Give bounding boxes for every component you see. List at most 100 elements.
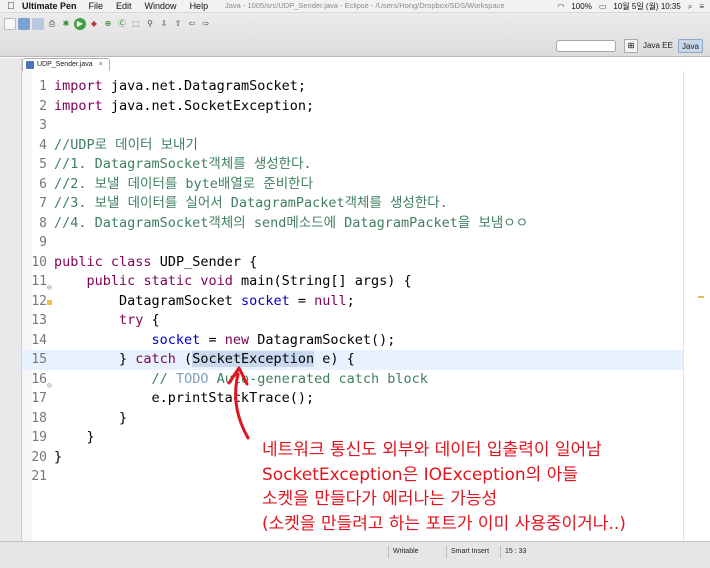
code-text: public static void main(String[] args) { bbox=[54, 272, 412, 292]
code-line[interactable]: 13 try { bbox=[22, 311, 683, 331]
code-line[interactable]: 14 socket = new DatagramSocket(); bbox=[22, 331, 683, 351]
close-tab-icon[interactable]: × bbox=[99, 61, 103, 68]
code-text: socket = new DatagramSocket(); bbox=[54, 331, 396, 351]
external-tools-icon[interactable]: ◆ bbox=[88, 18, 100, 30]
battery-percent[interactable]: 100% bbox=[571, 2, 591, 11]
window-title: Java - 1005/src/UDP_Sender.java - Eclips… bbox=[225, 1, 505, 10]
code-text: import java.net.DatagramSocket; bbox=[54, 77, 306, 97]
search-toolbar-icon[interactable]: ⚲ bbox=[144, 18, 156, 30]
wifi-icon[interactable]: ◠ bbox=[557, 2, 564, 11]
line-number: 6 bbox=[39, 176, 47, 192]
line-number: 19 bbox=[31, 430, 47, 445]
code-token: TODO bbox=[175, 370, 209, 387]
line-number: 16 bbox=[31, 371, 47, 387]
code-token: SocketException bbox=[192, 351, 315, 367]
code-token: = bbox=[289, 292, 315, 309]
menu-file[interactable]: File bbox=[89, 1, 104, 11]
code-text: } catch (SocketException e) { bbox=[54, 350, 355, 370]
previous-annotation-icon[interactable]: ⇧ bbox=[172, 18, 184, 30]
editor-tab-bar: UDP_Sender.java × bbox=[22, 58, 710, 71]
code-text: e.printStackTrace(); bbox=[54, 389, 315, 409]
code-text: //4. DatagramSocket객체의 send메소드에 Datagram… bbox=[54, 214, 528, 234]
code-text: //3. 보낼 데이터를 실어서 DatagramPacket객체를 생성한다. bbox=[54, 194, 448, 214]
status-writable: Writable bbox=[388, 546, 419, 558]
new-java-package-icon[interactable]: ⊕ bbox=[102, 18, 114, 30]
code-line[interactable]: 9 bbox=[22, 233, 683, 253]
new-java-class-icon[interactable]: Ⓒ bbox=[116, 18, 128, 30]
menu-edit[interactable]: Edit bbox=[116, 1, 132, 11]
menu-list-icon[interactable]: ≡ bbox=[699, 2, 704, 11]
code-text: //1. DatagramSocket객체를 생성한다. bbox=[54, 155, 312, 175]
code-line[interactable]: 6 //2. 보낼 데이터를 byte배열로 준비한다 bbox=[22, 175, 683, 195]
code-token: class bbox=[110, 253, 152, 270]
apple-menu-icon[interactable]:  bbox=[0, 1, 22, 12]
code-line[interactable]: 17 e.printStackTrace(); bbox=[22, 389, 683, 409]
code-line[interactable]: 10 public class UDP_Sender { bbox=[22, 253, 683, 273]
code-token: import bbox=[54, 97, 103, 114]
eclipse-toolbar: ⎙ ✱ ▶ ◆ ⊕ Ⓒ ⬚ ⚲ ⇩ ⇧ ⇦ ⇨ ⊞ Java EE Java bbox=[0, 13, 710, 57]
code-token: DatagramSocket bbox=[54, 292, 241, 309]
code-line[interactable]: 1 import java.net.DatagramSocket; bbox=[22, 77, 683, 97]
save-icon[interactable] bbox=[18, 18, 30, 30]
code-line[interactable]: 11 ⊖ public static void main(String[] arg… bbox=[22, 272, 683, 292]
code-line[interactable]: 4 //UDP로 데이터 보내기 bbox=[22, 136, 683, 156]
menu-window[interactable]: Window bbox=[145, 1, 177, 11]
clock[interactable]: 10월 5일 (월) 10:35 bbox=[613, 1, 680, 12]
quick-access-field[interactable] bbox=[556, 40, 616, 52]
status-insert-mode: Smart Insert bbox=[446, 546, 489, 558]
annotation-line: SocketException은 IOException의 아들 bbox=[262, 464, 578, 485]
debug-icon[interactable]: ✱ bbox=[60, 18, 72, 30]
code-token: try bbox=[119, 312, 144, 328]
code-line[interactable]: 5 //1. DatagramSocket객체를 생성한다. bbox=[22, 155, 683, 175]
line-number: 8 bbox=[39, 215, 47, 231]
back-icon[interactable]: ⇦ bbox=[186, 18, 198, 30]
code-token: socket bbox=[240, 292, 290, 309]
code-text: // TODO Auto-generated catch block bbox=[54, 370, 428, 390]
code-line[interactable]: 16 ⊖ // TODO Auto-generated catch block bbox=[22, 370, 683, 390]
line-number: 20 bbox=[31, 449, 47, 465]
search-icon[interactable]: ⌕ bbox=[688, 2, 692, 12]
code-token: catch bbox=[135, 351, 176, 367]
line-number: 14 bbox=[31, 332, 47, 348]
menu-help[interactable]: Help bbox=[190, 1, 209, 11]
new-file-icon[interactable] bbox=[4, 18, 16, 30]
editor-tab[interactable]: UDP_Sender.java × bbox=[22, 58, 110, 71]
code-token: import bbox=[54, 78, 103, 94]
code-token: socket bbox=[151, 331, 201, 348]
code-text: } bbox=[54, 448, 62, 468]
save-all-icon[interactable] bbox=[32, 18, 44, 30]
perspective-java[interactable]: Java bbox=[678, 39, 703, 53]
line-number: 21 bbox=[31, 469, 47, 484]
code-token: e.printStackTrace(); bbox=[54, 390, 315, 406]
code-line[interactable]: 12 DatagramSocket socket = null; bbox=[22, 292, 683, 312]
print-icon[interactable]: ⎙ bbox=[46, 18, 58, 30]
code-token: static bbox=[143, 273, 193, 289]
line-number: 9 bbox=[39, 235, 47, 250]
code-line[interactable]: 3 bbox=[22, 116, 683, 136]
code-line[interactable]: 7 //3. 보낼 데이터를 실어서 DatagramPacket객체를 생성한다… bbox=[22, 194, 683, 214]
code-line[interactable]: 18 } bbox=[22, 409, 683, 429]
forward-icon[interactable]: ⇨ bbox=[200, 18, 212, 30]
code-line[interactable]: 8 //4. DatagramSocket객체의 send메소드에 Datagra… bbox=[22, 214, 683, 234]
code-token: { bbox=[143, 312, 160, 328]
annotation-line: (소켓을 만들려고 하는 포트가 이미 사용중이거나..) bbox=[262, 513, 626, 534]
warning-icon[interactable] bbox=[47, 299, 52, 305]
run-icon[interactable]: ▶ bbox=[74, 18, 86, 30]
perspective-java-ee[interactable]: Java EE bbox=[640, 39, 676, 53]
overview-ruler[interactable] bbox=[683, 71, 710, 541]
code-token: Auto-generated catch block bbox=[208, 370, 428, 387]
app-menu[interactable]: Ultimate Pen bbox=[22, 1, 77, 11]
code-token: e) { bbox=[314, 351, 355, 367]
open-perspective-icon[interactable]: ⊞ bbox=[624, 39, 638, 53]
code-token: //1. DatagramSocket객체를 생성한다. bbox=[54, 156, 312, 172]
code-token: //UDP로 데이터 보내기 bbox=[54, 136, 198, 153]
code-line[interactable]: 2 import java.net.SocketException; bbox=[22, 97, 683, 117]
next-annotation-icon[interactable]: ⇩ bbox=[158, 18, 170, 30]
overview-warning-mark[interactable] bbox=[698, 296, 704, 298]
code-token: DatagramSocket(); bbox=[249, 331, 396, 348]
open-type-icon[interactable]: ⬚ bbox=[130, 18, 142, 30]
code-line[interactable]: 15 } catch (SocketException e) { bbox=[22, 350, 683, 370]
code-token: } bbox=[54, 429, 95, 445]
